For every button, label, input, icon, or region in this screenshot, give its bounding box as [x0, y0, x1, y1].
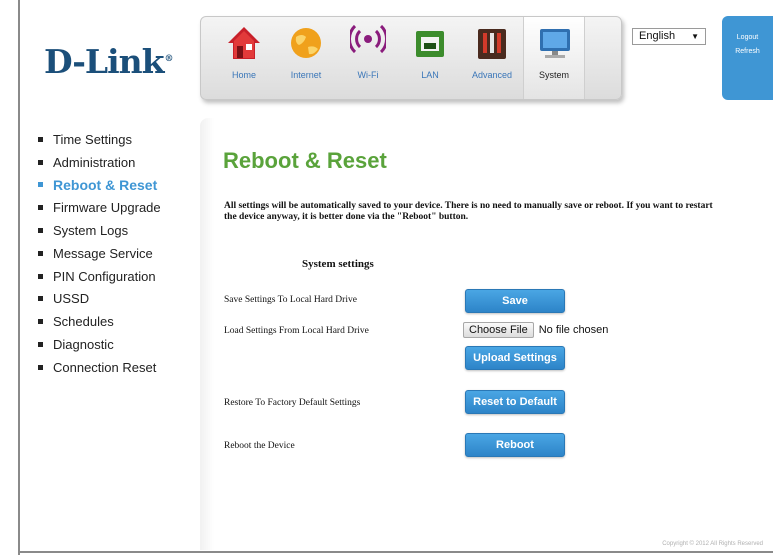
load-settings-label: Load Settings From Local Hard Drive — [224, 326, 369, 336]
sidebar-item-system-logs[interactable]: System Logs — [38, 219, 198, 242]
choose-file-button[interactable]: Choose File — [463, 322, 534, 338]
copyright-text: Copyright © 2012 All Rights Reserved — [662, 541, 763, 547]
upload-settings-button[interactable]: Upload Settings — [465, 346, 565, 370]
file-input: Choose File No file chosen — [463, 322, 608, 338]
bullet-icon — [38, 319, 43, 325]
wifi-icon — [350, 24, 386, 54]
nav-lan[interactable]: LAN — [399, 17, 461, 99]
save-settings-label: Save Settings To Local Hard Drive — [224, 295, 357, 305]
page-title: Reboot & Reset — [223, 148, 387, 173]
account-panel: Logout Refresh — [722, 16, 773, 100]
refresh-link[interactable]: Refresh — [722, 48, 773, 55]
frame-bottom-border — [18, 551, 773, 553]
sidebar-item-label: Administration — [53, 154, 136, 170]
sidebar-item-label: Reboot & Reset — [53, 176, 158, 193]
sidebar-item-time-settings[interactable]: Time Settings — [38, 128, 198, 151]
chevron-down-icon: ▼ — [691, 32, 699, 41]
bullet-icon — [38, 296, 43, 302]
sidebar-item-diagnostic[interactable]: Diagnostic — [38, 333, 198, 356]
home-icon — [228, 27, 260, 59]
nav-internet-label: Internet — [290, 70, 322, 80]
registered-mark: ® — [164, 54, 174, 64]
nav-advanced[interactable]: Advanced — [461, 17, 523, 99]
lan-icon — [416, 31, 444, 57]
sidebar-item-connection-reset[interactable]: Connection Reset — [38, 356, 198, 379]
sidebar-item-label: Schedules — [53, 314, 114, 330]
language-value: English — [639, 30, 676, 42]
nav-lan-label: LAN — [421, 70, 439, 80]
bullet-icon — [38, 182, 43, 188]
save-button[interactable]: Save — [465, 289, 565, 313]
sidebar: Time Settings Administration Reboot & Re… — [38, 128, 198, 379]
sidebar-item-label: USSD — [53, 291, 90, 307]
bullet-icon — [38, 136, 43, 142]
language-select[interactable]: English ▼ — [632, 28, 706, 45]
sidebar-item-ussd[interactable]: USSD — [38, 288, 198, 311]
section-title: System settings — [302, 258, 374, 270]
intro-text: All settings will be automatically saved… — [224, 201, 713, 222]
reset-to-default-button[interactable]: Reset to Default — [465, 390, 565, 414]
sidebar-item-label: Diagnostic — [53, 337, 114, 353]
bullet-icon — [38, 342, 43, 348]
reboot-button[interactable]: Reboot — [465, 433, 565, 457]
sidebar-item-message-service[interactable]: Message Service — [38, 242, 198, 265]
nav-advanced-label: Advanced — [471, 70, 513, 80]
nav-system[interactable]: System — [523, 17, 585, 99]
computer-icon — [540, 29, 570, 58]
bullet-icon — [38, 159, 43, 165]
tools-icon — [478, 29, 506, 59]
nav-system-label: System — [538, 70, 569, 80]
nav-wifi-label: Wi-Fi — [357, 70, 379, 80]
bullet-icon — [38, 205, 43, 211]
sidebar-item-label: Time Settings — [53, 131, 132, 147]
nav-home-label: Home — [231, 70, 256, 80]
sidebar-item-label: Message Service — [53, 245, 153, 261]
restore-default-label: Restore To Factory Default Settings — [224, 398, 361, 408]
sidebar-item-label: System Logs — [53, 223, 129, 239]
bullet-icon — [38, 228, 43, 234]
sidebar-item-pin-configuration[interactable]: PIN Configuration — [38, 265, 198, 288]
sidebar-item-schedules[interactable]: Schedules — [38, 310, 198, 333]
main-nav: Home Internet Wi-Fi LAN Advanced System — [200, 16, 622, 100]
sidebar-item-reboot-reset[interactable]: Reboot & Reset — [38, 174, 198, 197]
bullet-icon — [38, 364, 43, 370]
bullet-icon — [38, 273, 43, 279]
logout-link[interactable]: Logout — [722, 34, 773, 41]
sidebar-item-firmware-upgrade[interactable]: Firmware Upgrade — [38, 196, 198, 219]
reboot-label: Reboot the Device — [224, 441, 295, 451]
sidebar-item-label: Connection Reset — [53, 359, 157, 375]
sidebar-item-administration[interactable]: Administration — [38, 151, 198, 174]
logo-text: D-Link — [44, 42, 165, 81]
nav-internet[interactable]: Internet — [275, 17, 337, 99]
nav-home[interactable]: Home — [213, 17, 275, 99]
dlink-logo: D-Link® — [44, 42, 174, 81]
sidebar-item-label: Firmware Upgrade — [53, 200, 161, 216]
globe-icon — [291, 28, 321, 58]
nav-wifi[interactable]: Wi-Fi — [337, 17, 399, 99]
sidebar-item-label: PIN Configuration — [53, 268, 156, 284]
no-file-text: No file chosen — [538, 324, 609, 336]
bullet-icon — [38, 250, 43, 256]
